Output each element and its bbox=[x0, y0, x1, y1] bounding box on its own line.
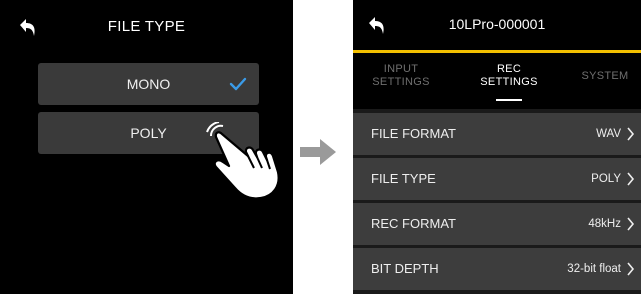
row-rec-format[interactable]: REC FORMAT 48kHz bbox=[353, 203, 641, 245]
tab-bar: INPUT SETTINGS REC SETTINGS SYSTEM bbox=[353, 53, 641, 109]
tapping-hand-icon bbox=[205, 121, 287, 206]
file-type-screen: FILE TYPE MONO POLY bbox=[0, 0, 293, 294]
active-tab-indicator bbox=[496, 99, 522, 101]
tab-label-line: SETTINGS bbox=[480, 76, 538, 88]
tab-input-settings[interactable]: INPUT SETTINGS bbox=[353, 63, 449, 89]
right-header: 10LPro-000001 bbox=[353, 0, 641, 50]
option-label: MONO bbox=[126, 76, 171, 92]
tab-label-line: REC bbox=[496, 63, 522, 75]
row-label: REC FORMAT bbox=[371, 216, 456, 231]
row-file-format[interactable]: FILE FORMAT WAV bbox=[353, 113, 641, 155]
left-header: FILE TYPE bbox=[0, 0, 293, 56]
row-bit-depth[interactable]: BIT DEPTH 32-bit float bbox=[353, 248, 641, 290]
chevron-right-icon bbox=[626, 217, 635, 231]
row-label: FILE FORMAT bbox=[371, 126, 456, 141]
tab-rec-settings[interactable]: REC SETTINGS bbox=[461, 63, 557, 89]
row-value: 32-bit float bbox=[567, 263, 621, 275]
tab-label-line: SYSTEM bbox=[581, 70, 629, 82]
chevron-right-icon bbox=[626, 127, 635, 141]
right-arrow-icon bbox=[300, 137, 338, 167]
rec-settings-screen: 10LPro-000001 INPUT SETTINGS REC SETTING… bbox=[353, 0, 641, 294]
page-title: FILE TYPE bbox=[107, 18, 186, 35]
row-label: FILE TYPE bbox=[371, 171, 436, 186]
tab-label-line: SETTINGS bbox=[372, 76, 430, 88]
device-name: 10LPro-000001 bbox=[448, 16, 546, 32]
row-file-type[interactable]: FILE TYPE POLY bbox=[353, 158, 641, 200]
row-value: 48kHz bbox=[588, 218, 621, 230]
option-mono[interactable]: MONO bbox=[38, 63, 259, 105]
row-value: POLY bbox=[591, 173, 621, 185]
tab-system[interactable]: SYSTEM bbox=[557, 70, 641, 83]
chevron-right-icon bbox=[626, 172, 635, 186]
row-label: BIT DEPTH bbox=[371, 261, 439, 276]
chevron-right-icon bbox=[626, 262, 635, 276]
tab-label-line: INPUT bbox=[383, 63, 419, 75]
row-value: WAV bbox=[596, 128, 621, 140]
checkmark-icon bbox=[229, 76, 247, 92]
